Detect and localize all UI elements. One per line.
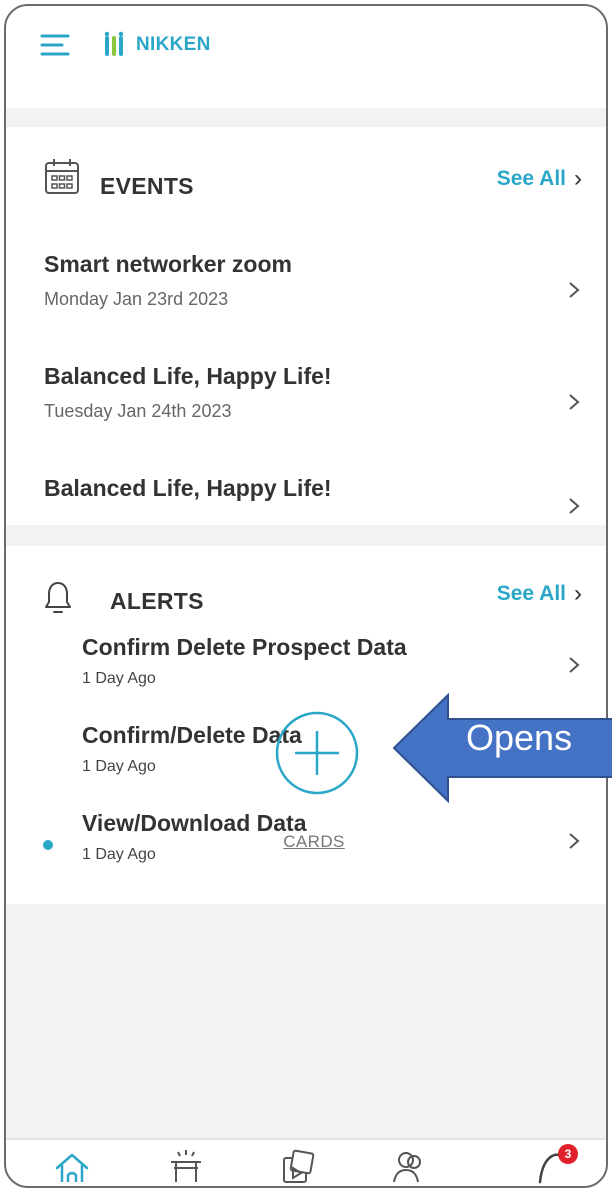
event-date: Monday Jan 23rd 2023 xyxy=(44,289,229,309)
events-see-all-link[interactable]: See All › xyxy=(497,165,582,193)
alert-row[interactable]: Confirm Delete Prospect Data 1 Day Ago xyxy=(6,628,606,698)
events-icon[interactable] xyxy=(168,1148,204,1184)
alert-title: Confirm Delete Prospect Data xyxy=(82,634,407,660)
event-row[interactable]: Balanced Life, Happy Life! xyxy=(6,469,606,525)
nikken-logo: NIKKEN xyxy=(102,28,211,62)
chevron-right-icon xyxy=(569,394,580,410)
alert-time: 1 Day Ago xyxy=(82,670,156,687)
cards-label-text: CARDS xyxy=(283,832,345,851)
add-card-button[interactable] xyxy=(275,711,359,795)
app-header: NIKKEN xyxy=(6,6,606,108)
annotation-text: Opens xyxy=(466,717,573,758)
notification-count-badge: 3 xyxy=(558,1144,578,1164)
media-icon[interactable] xyxy=(280,1148,316,1184)
chevron-right-icon xyxy=(569,498,580,514)
events-title: EVENTS xyxy=(100,173,194,199)
chevron-right-icon xyxy=(569,657,580,673)
alert-time: 1 Day Ago xyxy=(82,758,156,775)
chevron-right-icon: › xyxy=(574,165,582,192)
alerts-title: ALERTS xyxy=(110,588,204,614)
see-all-label: See All xyxy=(496,582,566,605)
phone-frame: NIKKEN EVENTS See All › Smart networker … xyxy=(4,4,608,1188)
alerts-see-all-link[interactable]: See All › xyxy=(497,580,582,608)
logo-text: NIKKEN xyxy=(136,34,211,55)
event-row[interactable]: Balanced Life, Happy Life! Tuesday Jan 2… xyxy=(6,357,606,437)
event-title: Balanced Life, Happy Life! xyxy=(44,475,332,501)
chevron-right-icon: › xyxy=(574,580,582,607)
events-header: EVENTS See All › xyxy=(6,157,606,217)
home-icon[interactable] xyxy=(54,1148,90,1184)
cards-label[interactable]: CARDS xyxy=(6,832,606,852)
calendar-icon xyxy=(45,159,79,194)
menu-icon[interactable] xyxy=(40,32,70,58)
alerts-header: ALERTS See All › xyxy=(6,576,606,636)
chevron-right-icon xyxy=(569,282,580,298)
contacts-icon[interactable] xyxy=(392,1148,428,1184)
event-title: Balanced Life, Happy Life! xyxy=(44,363,332,389)
notifications-button[interactable]: 3 xyxy=(536,1144,578,1184)
alert-title: Confirm/Delete Data xyxy=(82,722,302,748)
event-row[interactable]: Smart networker zoom Monday Jan 23rd 202… xyxy=(6,245,606,325)
event-title: Smart networker zoom xyxy=(44,251,292,277)
bell-icon xyxy=(45,582,71,613)
event-date: Tuesday Jan 24th 2023 xyxy=(44,401,232,421)
see-all-label: See All xyxy=(496,167,566,190)
nikken-logo-mark-icon xyxy=(104,31,124,56)
bottom-nav: 3 xyxy=(6,1138,606,1186)
events-card: EVENTS See All › Smart networker zoom Mo… xyxy=(6,127,606,525)
